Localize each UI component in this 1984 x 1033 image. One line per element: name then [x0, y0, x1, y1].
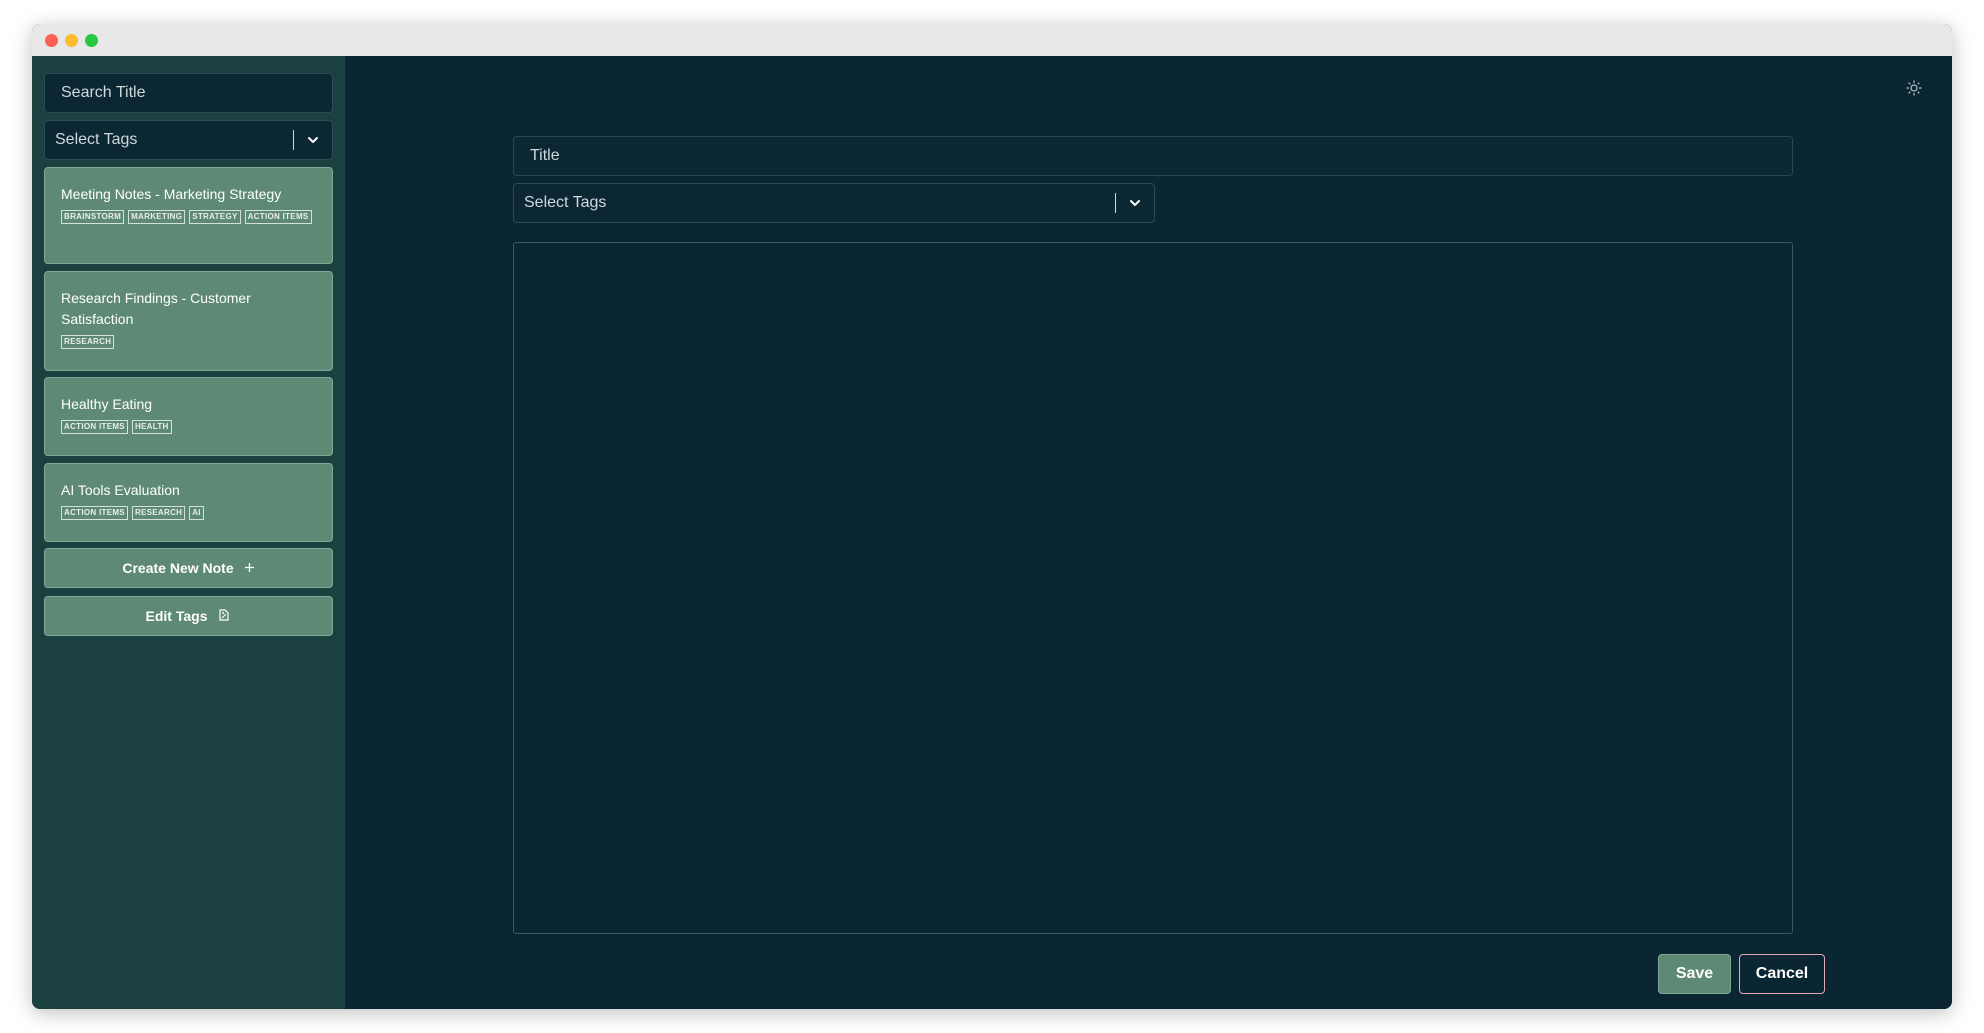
note-card-2[interactable]: Healthy Eating ACTION ITEMS HEALTH	[44, 377, 333, 456]
close-window-button[interactable]	[45, 34, 58, 47]
note-title: Healthy Eating	[61, 396, 153, 412]
note-card-3[interactable]: AI Tools Evaluation ACTION ITEMS RESEARC…	[44, 463, 333, 542]
tag-badge: STRATEGY	[189, 210, 241, 224]
sun-icon[interactable]	[1906, 80, 1922, 96]
note-tags: RESEARCH	[61, 335, 316, 349]
tag-badge: RESEARCH	[131, 506, 186, 520]
edit-tags-label: Edit Tags	[145, 608, 208, 624]
note-tags: BRAINSTORM MARKETING STRATEGY ACTION ITE…	[61, 210, 316, 224]
tag-badge: ACTION ITEMS	[244, 210, 312, 224]
note-tags: ACTION ITEMS RESEARCH AI	[61, 506, 316, 520]
tag-badge: MARKETING	[128, 210, 186, 224]
sidebar: Select Tags Meeting Notes - Marketing St…	[32, 56, 345, 1009]
tag-badge: HEALTH	[131, 420, 172, 434]
note-card-1[interactable]: Research Findings - Customer Satisfactio…	[44, 271, 333, 371]
note-card-0[interactable]: Meeting Notes - Marketing Strategy BRAIN…	[44, 167, 333, 264]
chevron-down-icon[interactable]	[1116, 184, 1154, 222]
note-body-textarea[interactable]	[513, 242, 1793, 934]
app-window: Select Tags Meeting Notes - Marketing St…	[32, 24, 1952, 1009]
tag-edit-icon	[217, 608, 231, 625]
editor-tag-select[interactable]: Select Tags	[513, 183, 1155, 223]
search-input[interactable]	[44, 73, 333, 113]
title-input[interactable]	[513, 136, 1793, 176]
tag-badge: RESEARCH	[61, 335, 115, 349]
editor-tag-select-placeholder: Select Tags	[524, 194, 607, 211]
tag-badge: BRAINSTORM	[61, 210, 125, 224]
tag-badge: ACTION ITEMS	[61, 420, 128, 434]
note-title: Research Findings - Customer Satisfactio…	[61, 290, 251, 327]
minimize-window-button[interactable]	[65, 34, 78, 47]
maximize-window-button[interactable]	[85, 34, 98, 47]
create-note-label: Create New Note	[122, 560, 234, 576]
sidebar-tag-select-placeholder: Select Tags	[55, 131, 138, 148]
create-note-button[interactable]: Create New Note	[44, 548, 333, 588]
tag-badge: ACTION ITEMS	[61, 506, 128, 520]
edit-tags-button[interactable]: Edit Tags	[44, 596, 333, 636]
plus-icon	[244, 560, 255, 576]
window-titlebar	[32, 24, 1952, 56]
note-title: Meeting Notes - Marketing Strategy	[61, 186, 282, 202]
note-title: AI Tools Evaluation	[61, 482, 180, 498]
note-tags: ACTION ITEMS HEALTH	[61, 420, 316, 434]
tag-badge: AI	[189, 506, 204, 520]
chevron-down-icon[interactable]	[294, 121, 332, 159]
cancel-button[interactable]: Cancel	[1739, 954, 1825, 994]
editor-pane: Select Tags Save Cancel	[345, 56, 1952, 1009]
sidebar-tag-select[interactable]: Select Tags	[44, 120, 333, 160]
save-button[interactable]: Save	[1658, 954, 1731, 994]
